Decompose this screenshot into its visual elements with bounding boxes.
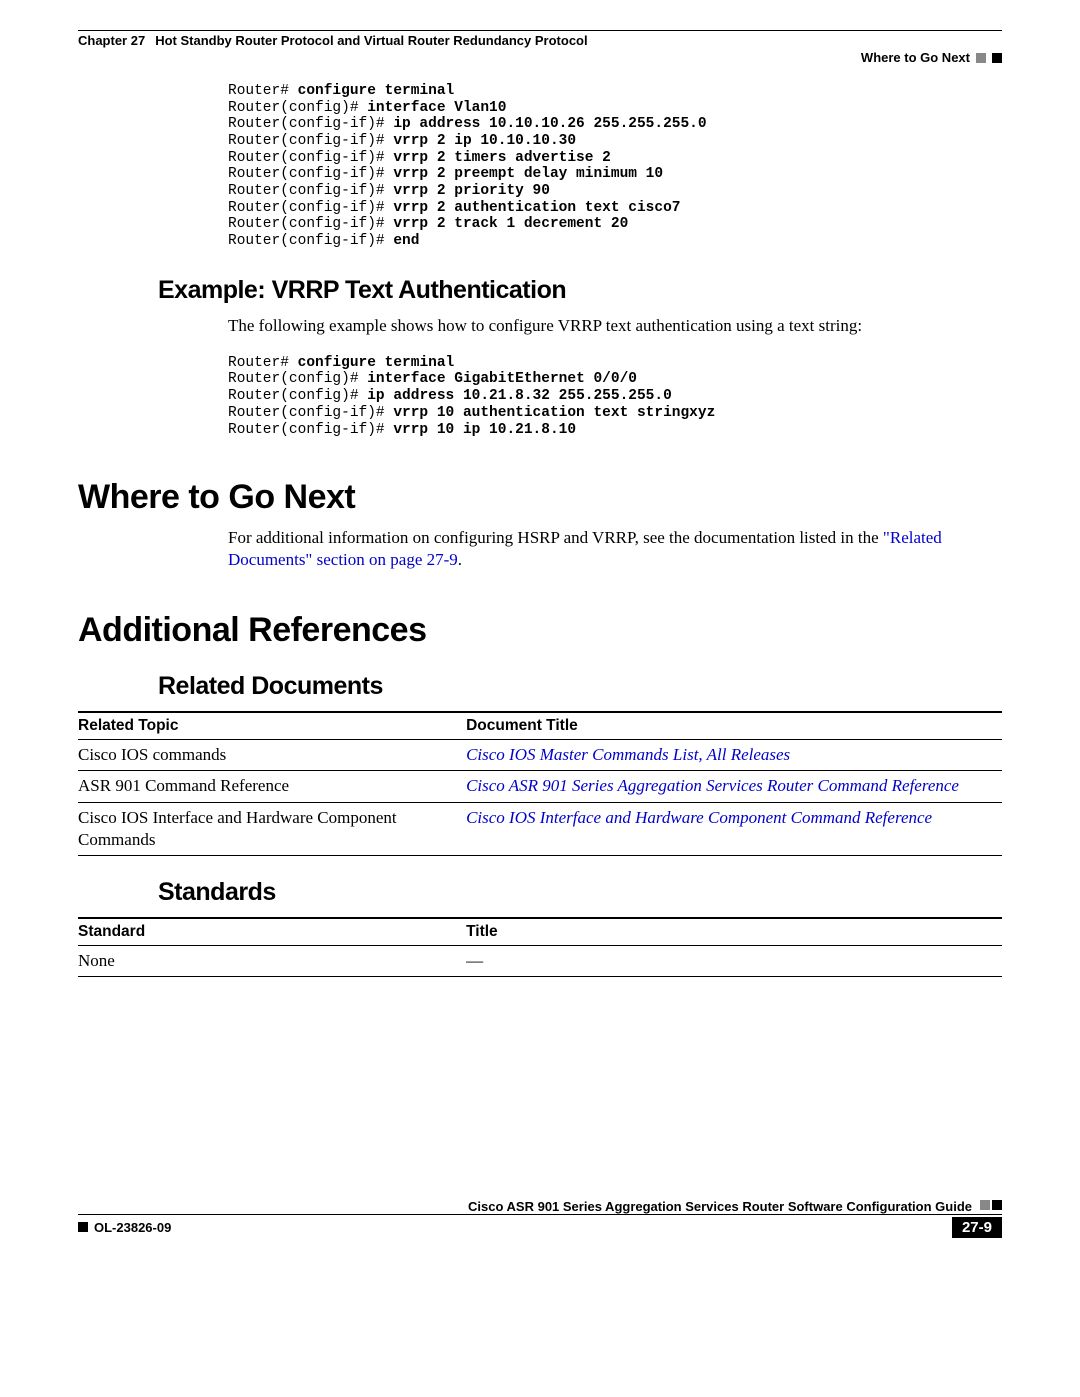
table-row: Cisco IOS commands Cisco IOS Master Comm… [78, 740, 1002, 771]
heading-standards: Standards [158, 878, 1002, 907]
paragraph-where: For additional information on configurin… [228, 527, 1002, 571]
decoration-square-icon [976, 53, 986, 63]
heading-related-documents: Related Documents [158, 672, 1002, 701]
cell-topic: Cisco IOS Interface and Hardware Compone… [78, 802, 466, 855]
page-header: Chapter 27 Hot Standby Router Protocol a… [78, 33, 1002, 48]
link-doc-title[interactable]: Cisco IOS Master Commands List, All Rele… [466, 745, 790, 764]
link-doc-title[interactable]: Cisco IOS Interface and Hardware Compone… [466, 808, 932, 827]
code-block-vrrp-auth: Router# configure terminal Router(config… [228, 355, 1002, 438]
cell-topic: Cisco IOS commands [78, 740, 466, 771]
heading-additional-references: Additional References [78, 611, 1002, 650]
footer-guide-title: Cisco ASR 901 Series Aggregation Service… [78, 1197, 980, 1214]
code-block-vrrp-config: Router# configure terminal Router(config… [228, 83, 1002, 250]
chapter-title: Hot Standby Router Protocol and Virtual … [155, 33, 587, 48]
decoration-square-icon [980, 1200, 990, 1210]
chapter-number: Chapter 27 [78, 33, 145, 48]
section-name: Where to Go Next [861, 50, 970, 65]
heading-where-to-go-next: Where to Go Next [78, 478, 1002, 517]
table-row: Cisco IOS Interface and Hardware Compone… [78, 802, 1002, 855]
col-header-related-topic: Related Topic [78, 712, 466, 740]
footer-doc-id: OL-23826-09 [94, 1220, 171, 1235]
page-footer: Cisco ASR 901 Series Aggregation Service… [78, 1197, 1002, 1238]
cell-title: — [466, 945, 1002, 976]
heading-example-vrrp-auth: Example: VRRP Text Authentication [158, 276, 1002, 305]
col-header-document-title: Document Title [466, 712, 1002, 740]
cell-standard: None [78, 945, 466, 976]
decoration-square-icon [78, 1222, 88, 1232]
paragraph-example-intro: The following example shows how to confi… [228, 315, 1002, 337]
link-doc-title[interactable]: Cisco ASR 901 Series Aggregation Service… [466, 776, 959, 795]
table-row: ASR 901 Command Reference Cisco ASR 901 … [78, 771, 1002, 802]
cell-topic: ASR 901 Command Reference [78, 771, 466, 802]
col-header-standard: Standard [78, 918, 466, 946]
col-header-title: Title [466, 918, 1002, 946]
table-related-documents: Related Topic Document Title Cisco IOS c… [78, 711, 1002, 855]
page-number: 27-9 [952, 1217, 1002, 1238]
table-standards: Standard Title None — [78, 917, 1002, 977]
decoration-square-icon [992, 1200, 1002, 1210]
table-row: None — [78, 945, 1002, 976]
decoration-square-icon [992, 53, 1002, 63]
